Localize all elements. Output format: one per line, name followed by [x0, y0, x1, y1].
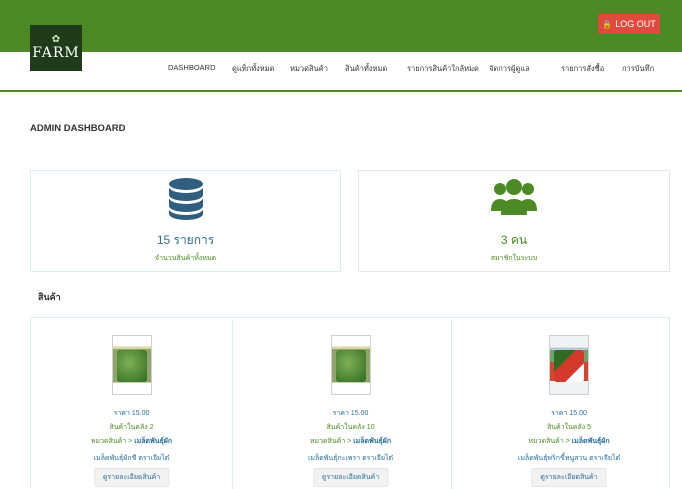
product-name: เมล็ดพันธุ์พริกขี้หนูสวน ตราเจียไต๋	[517, 455, 621, 462]
product-category: หมวดสินค้า > เมล็ดพันธุ์ผัก	[469, 436, 669, 447]
database-icon	[168, 178, 203, 220]
product-card: ราคา 15.00 สินค้าในคลัง 10 หมวดสินค้า > …	[250, 320, 452, 489]
products-section-title: สินค้า	[38, 292, 61, 302]
product-name: เมล็ดพันธุ์ผักชี ตราเจียไต๋	[93, 455, 170, 462]
stat-products-label: จำนวนสินค้าทั้งหมด	[154, 255, 216, 262]
stat-card-members: 3 คน สมาชิกในระบบ	[358, 170, 670, 272]
stat-members-value: 3 คน	[500, 233, 528, 247]
nav-item-tags[interactable]: ดูแท็กทั้งหมด	[232, 63, 275, 75]
product-price: ราคา 15.00	[113, 410, 150, 417]
product-stock: สินค้าในคลัง 10	[326, 424, 375, 431]
product-image[interactable]	[330, 335, 371, 395]
product-card: ราคา 15.00 สินค้าในคลัง 2 หมวดสินค้า > เ…	[31, 320, 233, 489]
view-product-button[interactable]: ดูรายละเอียดสินค้า	[531, 468, 607, 487]
product-image[interactable]	[111, 335, 152, 395]
top-header-bar	[0, 0, 682, 52]
product-stock: สินค้าในคลัง 5	[546, 424, 592, 431]
nav-item-dashboard[interactable]: DASHBOARD	[168, 63, 216, 72]
category-link[interactable]: เมล็ดพันธุ์ผัก	[353, 438, 391, 445]
nav-item-categories[interactable]: หมวดสินค้า	[290, 63, 328, 75]
users-icon	[491, 179, 537, 215]
sprout-icon: ✿	[51, 34, 61, 45]
logout-label: LOG OUT	[615, 19, 656, 29]
view-product-button[interactable]: ดูรายละเอียดสินค้า	[312, 468, 389, 487]
category-prefix: หมวดสินค้า >	[528, 438, 572, 445]
logo-text: FARM	[32, 45, 80, 61]
category-prefix: หมวดสินค้า >	[309, 438, 354, 445]
product-category: หมวดสินค้า > เมล็ดพันธุ์ผัก	[31, 436, 232, 447]
category-link[interactable]: เมล็ดพันธุ์ผัก	[572, 438, 610, 445]
product-category: หมวดสินค้า > เมล็ดพันธุ์ผัก	[250, 436, 451, 447]
product-name: เมล็ดพันธุ์กะเพรา ตราเจียไต๋	[307, 455, 394, 462]
nav-item-all-products[interactable]: สินค้าทั้งหมด	[345, 63, 387, 75]
lock-icon: 🔒	[602, 19, 613, 29]
product-price: ราคา 15.00	[551, 410, 587, 417]
product-image[interactable]	[549, 335, 589, 395]
view-product-button[interactable]: ดูรายละเอียดสินค้า	[93, 468, 170, 487]
products-grid: ราคา 15.00 สินค้าในคลัง 2 หมวดสินค้า > เ…	[30, 317, 670, 489]
stat-products-value: 15 รายการ	[156, 233, 215, 247]
page-title: ADMIN DASHBOARD	[30, 123, 126, 134]
product-price: ราคา 15.00	[332, 410, 369, 417]
nav-item-orders[interactable]: รายการสั่งซื้อ	[561, 63, 604, 75]
product-stock: สินค้าในคลัง 2	[109, 424, 154, 431]
main-nav: DASHBOARD ดูแท็กทั้งหมด หมวดสินค้า สินค้…	[0, 63, 682, 79]
product-card: ราคา 15.00 สินค้าในคลัง 5 หมวดสินค้า > เ…	[469, 320, 669, 489]
stat-members-label: สมาชิกในระบบ	[490, 255, 538, 262]
stat-card-products: 15 รายการ จำนวนสินค้าทั้งหมด	[30, 170, 341, 272]
nav-item-low-stock[interactable]: รายการสินค้าใกล้หมด	[407, 63, 479, 75]
nav-item-records[interactable]: การบันทึก	[622, 63, 654, 75]
nav-item-manage-admins[interactable]: จัดการผู้ดูแล	[489, 63, 530, 75]
logout-button[interactable]: 🔒 LOG OUT	[598, 14, 660, 34]
category-prefix: หมวดสินค้า >	[90, 438, 135, 445]
category-link[interactable]: เมล็ดพันธุ์ผัก	[134, 438, 172, 445]
